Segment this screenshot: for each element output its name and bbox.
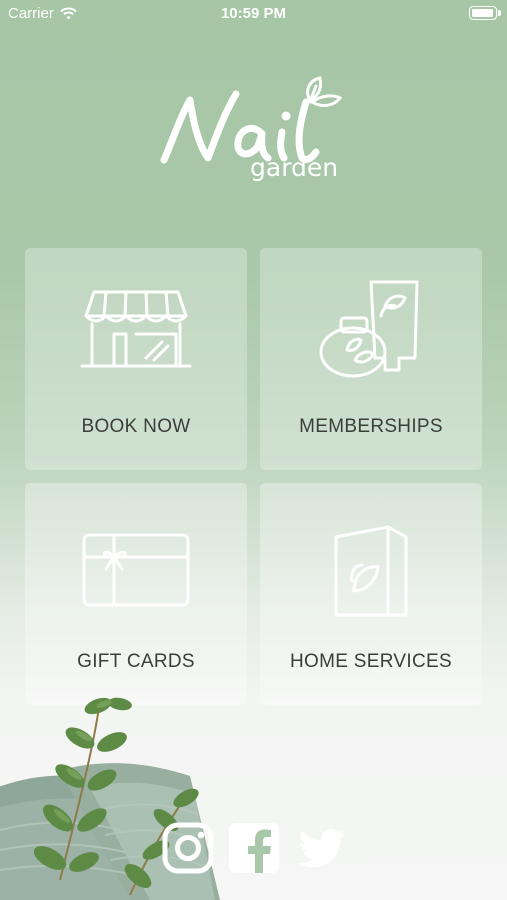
memberships-button[interactable]: MEMBERSHIPS bbox=[260, 248, 482, 470]
tile-label: BOOK NOW bbox=[81, 416, 191, 437]
twitter-button[interactable] bbox=[296, 822, 348, 879]
home-services-button[interactable]: HOME SERVICES bbox=[260, 483, 482, 705]
battery-fill bbox=[472, 9, 493, 17]
status-bar: Carrier 10:59 PM bbox=[0, 0, 507, 28]
instagram-button[interactable] bbox=[162, 822, 214, 879]
tile-label: GIFT CARDS bbox=[77, 651, 195, 672]
nail-garden-logo: garden bbox=[160, 76, 343, 182]
storefront-icon bbox=[80, 290, 192, 368]
facebook-icon bbox=[229, 823, 279, 873]
instagram-icon bbox=[162, 822, 214, 874]
gift-cards-button[interactable]: GIFT CARDS bbox=[25, 483, 247, 705]
status-time: 10:59 PM bbox=[220, 5, 287, 22]
tile-label: MEMBERSHIPS bbox=[299, 416, 443, 437]
tile-label: HOME SERVICES bbox=[290, 651, 452, 672]
facebook-button[interactable] bbox=[228, 822, 280, 879]
twitter-icon bbox=[298, 829, 345, 868]
gift-card-icon bbox=[82, 533, 190, 607]
logo-garden-text: garden bbox=[250, 153, 338, 182]
cosmetics-icon bbox=[319, 280, 419, 378]
brochure-icon bbox=[334, 525, 408, 617]
book-now-button[interactable]: BOOK NOW bbox=[25, 248, 247, 470]
battery-icon bbox=[469, 6, 501, 20]
